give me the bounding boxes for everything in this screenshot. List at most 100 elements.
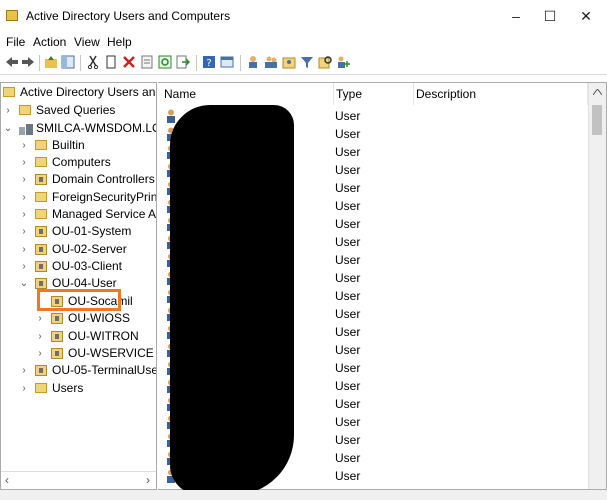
delete-icon[interactable] <box>122 55 136 69</box>
type-cell: User <box>335 163 361 177</box>
chevron-right-icon[interactable]: › <box>19 258 29 275</box>
tree-item-computers[interactable]: › Computers <box>19 154 156 171</box>
add-to-group-icon[interactable] <box>336 55 350 69</box>
menu-view[interactable]: View <box>74 35 100 49</box>
chevron-right-icon[interactable]: › <box>35 345 45 362</box>
chevron-right-icon[interactable]: › <box>3 102 13 119</box>
tree-item-label: OU-02-Server <box>52 242 127 256</box>
tree-horizontal-scrollbar[interactable]: ‹ › <box>1 471 156 489</box>
folder-icon <box>35 140 47 150</box>
scroll-left-icon[interactable]: ‹ <box>5 473 9 487</box>
tree-item-users[interactable]: › Users <box>19 380 156 397</box>
copy-icon[interactable] <box>104 55 118 69</box>
folder-icon <box>35 192 47 202</box>
tree-item-label: Managed Service Accour <box>52 207 157 221</box>
tree-item-domain-controllers[interactable]: › Domain Controllers <box>19 171 156 188</box>
tree-item-label: OU-01-System <box>52 224 132 238</box>
folder-icon <box>35 209 47 219</box>
tree-item-ou-03-client[interactable]: › OU-03-Client <box>19 258 156 275</box>
tree-item-label: ForeignSecurityPrincipals <box>52 190 157 204</box>
back-icon[interactable] <box>5 55 19 69</box>
filter-icon[interactable] <box>300 55 314 69</box>
tree-item-label: Builtin <box>52 138 85 152</box>
tree-item-ou-02-server[interactable]: › OU-02-Server <box>19 241 156 258</box>
tree-item-managed-service-accounts[interactable]: › Managed Service Accour <box>19 206 157 223</box>
tree-root[interactable]: Active Directory Users and Com <box>1 84 156 101</box>
refresh-icon[interactable] <box>158 55 172 69</box>
console-icon[interactable] <box>220 55 234 69</box>
type-cell: User <box>335 109 361 123</box>
tree-item-label: OU-WSERVICE <box>68 346 154 360</box>
tree-item-ou-witron[interactable]: › OU-WITRON <box>35 328 156 345</box>
menu-action[interactable]: Action <box>33 35 66 49</box>
export-icon[interactable] <box>176 55 190 69</box>
new-user-icon[interactable] <box>246 55 260 69</box>
close-button[interactable]: ✕ <box>566 0 606 32</box>
help-icon[interactable]: ? <box>202 55 216 69</box>
tree-item-ou-wioss[interactable]: › OU-WIOSS <box>35 310 156 327</box>
chevron-right-icon[interactable]: › <box>19 241 29 258</box>
tree-item-saved-queries[interactable]: › Saved Queries <box>3 102 156 119</box>
ou-icon <box>51 348 63 359</box>
maximize-button[interactable]: ☐ <box>530 0 570 32</box>
type-cell: User <box>335 415 361 429</box>
tree-item-label: OU-05-TerminalUser <box>52 363 157 377</box>
highlight-box <box>37 289 121 311</box>
ou-icon <box>35 244 47 255</box>
list-scrollbar[interactable] <box>588 83 606 489</box>
column-header-type[interactable]: Type <box>334 83 414 105</box>
tree-item-label: Active Directory Users and Com <box>20 85 156 99</box>
type-cell: User <box>335 181 361 195</box>
svg-text:?: ? <box>206 58 211 69</box>
tree-item-ou-05-terminaluser[interactable]: › OU-05-TerminalUser <box>19 362 157 379</box>
forward-icon[interactable] <box>21 55 35 69</box>
scroll-up-icon[interactable] <box>593 89 602 95</box>
chevron-right-icon[interactable]: › <box>19 137 29 154</box>
type-cell: User <box>335 433 361 447</box>
ou-icon <box>35 226 47 237</box>
chevron-down-icon[interactable]: ⌄ <box>19 275 29 292</box>
tree-item-domain[interactable]: ⌄ SMILCA-WMSDOM.LOCAL <box>3 120 156 137</box>
tree-item-foreign-security-principals[interactable]: › ForeignSecurityPrincipals <box>19 189 157 206</box>
chevron-right-icon[interactable]: › <box>19 189 29 206</box>
tree-item-label: OU-WIOSS <box>68 311 130 325</box>
type-cell: User <box>335 199 361 213</box>
chevron-right-icon[interactable]: › <box>19 223 29 240</box>
scrollbar-thumb[interactable] <box>592 105 602 135</box>
toolbar-separator <box>240 55 241 71</box>
chevron-down-icon[interactable]: ⌄ <box>3 120 13 137</box>
column-header-description[interactable]: Description <box>414 83 588 105</box>
find-icon[interactable] <box>318 55 332 69</box>
type-cell: User <box>335 379 361 393</box>
redaction-block <box>170 105 294 495</box>
up-folder-icon[interactable] <box>44 55 58 69</box>
tree-item-builtin[interactable]: › Builtin <box>19 137 156 154</box>
toolbar-separator <box>80 55 81 71</box>
show-tree-icon[interactable] <box>61 55 75 69</box>
tree-pane[interactable]: Active Directory Users and Com › Saved Que… <box>0 82 157 490</box>
chevron-right-icon[interactable]: › <box>35 310 45 327</box>
chevron-right-icon[interactable]: › <box>19 206 29 223</box>
folder-icon <box>35 383 47 393</box>
properties-icon[interactable] <box>140 55 154 69</box>
scroll-right-icon[interactable]: › <box>146 473 150 487</box>
menu-help[interactable]: Help <box>107 35 132 49</box>
chevron-right-icon[interactable]: › <box>19 171 29 188</box>
chevron-right-icon[interactable]: › <box>35 328 45 345</box>
chevron-right-icon[interactable]: › <box>19 154 29 171</box>
type-cell: User <box>335 289 361 303</box>
chevron-right-icon[interactable]: › <box>19 362 29 379</box>
type-cell: User <box>335 451 361 465</box>
ou-icon <box>35 278 47 289</box>
tree-item-ou-wservice[interactable]: › OU-WSERVICE <box>35 345 156 362</box>
cut-icon[interactable] <box>86 55 100 69</box>
tree-item-label: Saved Queries <box>36 103 116 117</box>
column-header-name[interactable]: Name <box>158 83 334 105</box>
type-cell: User <box>335 145 361 159</box>
chevron-right-icon[interactable]: › <box>19 380 29 397</box>
tree-item-ou-01-system[interactable]: › OU-01-System <box>19 223 156 240</box>
new-group-icon[interactable] <box>264 55 278 69</box>
new-ou-icon[interactable] <box>282 55 296 69</box>
menu-file[interactable]: File <box>6 35 25 49</box>
title-bar: Active Directory Users and Computers – ☐… <box>0 0 607 32</box>
